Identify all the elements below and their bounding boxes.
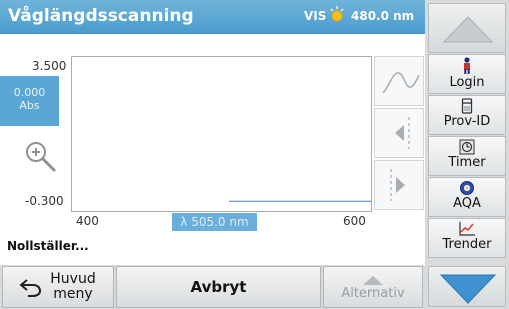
page-title: Våglängdsscanning <box>8 6 194 26</box>
lamp-mode-label: VIS <box>304 9 327 23</box>
arrow-up-icon <box>442 16 494 43</box>
trends-button[interactable]: Trender <box>428 218 506 258</box>
person-icon <box>464 57 470 74</box>
cursor-wavelength: λ 505.0 nm <box>172 213 257 231</box>
login-button[interactable]: Login <box>428 54 506 94</box>
y-max-tick-label: 3.500 <box>32 59 67 73</box>
scan-chart <box>71 56 372 212</box>
options-button[interactable]: Alternativ <box>323 266 423 308</box>
timer-icon <box>459 139 475 155</box>
absorbance-readout: 0.000 Abs <box>0 76 59 126</box>
arrow-down-icon <box>439 274 497 304</box>
absorbance-value: 0.000 <box>13 86 46 99</box>
cursor-right-button[interactable] <box>374 160 424 210</box>
chart-tools <box>372 56 424 212</box>
cursor-right-icon <box>390 169 405 201</box>
title-bar: Våglängdsscanning VIS 480.0 nm <box>0 0 425 34</box>
wavelength-readout: 480.0 nm <box>351 9 415 23</box>
y-min-tick-label: -0.300 <box>25 194 64 208</box>
sample-icon <box>461 98 473 114</box>
aqa-button[interactable]: AQA <box>428 177 506 217</box>
back-arrow-icon <box>19 279 42 297</box>
main-menu-label: Huvud meny <box>50 271 96 302</box>
x-max-tick-label: 600 <box>343 214 366 228</box>
chevron-up-icon <box>363 275 383 285</box>
main-menu-button[interactable]: Huvud meny <box>2 266 114 308</box>
lamp-icon <box>330 6 344 22</box>
cursor-left-icon <box>395 117 410 149</box>
scroll-up-button[interactable] <box>428 3 506 53</box>
curve-icon <box>382 72 420 94</box>
status-text: Nollställer... <box>7 239 89 253</box>
absorbance-unit: Abs <box>19 99 40 112</box>
sample-id-button[interactable]: Prov-ID <box>428 95 506 135</box>
scroll-down-button[interactable] <box>428 266 506 307</box>
options-label: Alternativ <box>341 285 405 301</box>
sample-id-label: Prov-ID <box>443 114 491 129</box>
trend-icon <box>459 222 475 236</box>
timer-label: Timer <box>448 155 486 170</box>
trends-label: Trender <box>442 237 492 252</box>
x-min-tick-label: 400 <box>76 214 99 228</box>
zoom-in-icon[interactable] <box>22 138 58 174</box>
aqa-icon <box>460 181 474 195</box>
aqa-label: AQA <box>453 196 481 211</box>
timer-button[interactable]: Timer <box>428 136 506 176</box>
login-label: Login <box>449 75 485 90</box>
cursor-left-button[interactable] <box>374 108 424 158</box>
curve-view-button[interactable] <box>374 56 424 106</box>
scan-plot <box>229 200 371 202</box>
cancel-button[interactable]: Avbryt <box>116 266 321 308</box>
